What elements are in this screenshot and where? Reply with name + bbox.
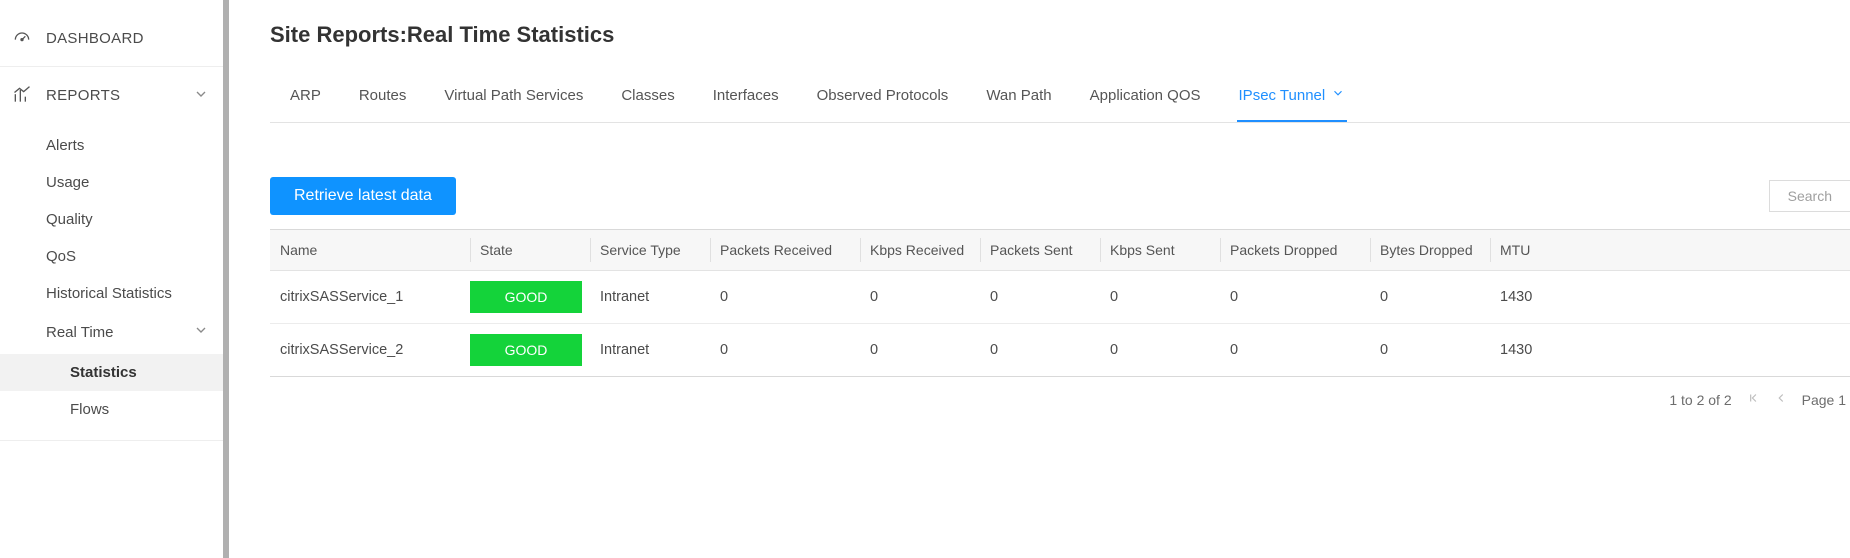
tab-bar: ARP Routes Virtual Path Services Classes… — [270, 66, 1850, 123]
cell-kbps-received: 0 — [860, 279, 980, 315]
search-button[interactable]: Search — [1769, 180, 1850, 212]
cell-service-type: Intranet — [590, 332, 710, 368]
tab-ipsec-tunnel[interactable]: IPsec Tunnel — [1237, 76, 1348, 122]
cell-packets-received: 0 — [710, 332, 860, 368]
page-range: 1 to 2 of 2 — [1669, 392, 1731, 408]
state-badge: GOOD — [470, 334, 582, 366]
cell-mtu: 1430 — [1490, 279, 1580, 315]
cell-bytes-dropped: 0 — [1370, 332, 1490, 368]
table-row[interactable]: citrixSASService_1 GOOD Intranet 0 0 0 0… — [270, 271, 1850, 324]
tab-classes[interactable]: Classes — [619, 77, 676, 122]
tab-ipsec-label: IPsec Tunnel — [1239, 87, 1326, 104]
sidebar-item-usage[interactable]: Usage — [0, 164, 223, 201]
cell-mtu: 1430 — [1490, 332, 1580, 368]
sidebar-item-qos[interactable]: QoS — [0, 238, 223, 275]
chevron-down-icon — [193, 86, 209, 105]
col-mtu[interactable]: MTU — [1490, 230, 1580, 270]
cell-service-type: Intranet — [590, 279, 710, 315]
cell-packets-dropped: 0 — [1220, 279, 1370, 315]
sidebar-item-flows[interactable]: Flows — [0, 391, 223, 428]
realtime-submenu: Statistics Flows — [0, 352, 223, 430]
col-bytes-dropped[interactable]: Bytes Dropped — [1370, 230, 1490, 270]
pagination: 1 to 2 of 2 Page 1 — [270, 377, 1850, 408]
col-packets-sent[interactable]: Packets Sent — [980, 230, 1100, 270]
table-header: Name State Service Type Packets Received… — [270, 230, 1850, 271]
col-packets-received[interactable]: Packets Received — [710, 230, 860, 270]
reports-icon — [12, 85, 32, 105]
cell-packets-dropped: 0 — [1220, 332, 1370, 368]
table-row[interactable]: citrixSASService_2 GOOD Intranet 0 0 0 0… — [270, 324, 1850, 376]
reports-label: REPORTS — [46, 87, 120, 104]
dashboard-label: DASHBOARD — [46, 30, 144, 47]
retrieve-latest-data-button[interactable]: Retrieve latest data — [270, 177, 456, 215]
dashboard-icon — [12, 28, 32, 48]
cell-name: citrixSASService_1 — [270, 279, 470, 315]
cell-state: GOOD — [470, 324, 590, 376]
tab-arp[interactable]: ARP — [288, 77, 323, 122]
cell-packets-sent: 0 — [980, 332, 1100, 368]
reports-submenu: Alerts Usage Quality QoS Historical Stat… — [0, 123, 223, 440]
tab-wan-path[interactable]: Wan Path — [984, 77, 1053, 122]
tab-application-qos[interactable]: Application QOS — [1088, 77, 1203, 122]
col-state[interactable]: State — [470, 230, 590, 270]
toolbar: Retrieve latest data Search — [270, 177, 1850, 215]
sidebar-item-alerts[interactable]: Alerts — [0, 127, 223, 164]
tab-interfaces[interactable]: Interfaces — [711, 77, 781, 122]
state-badge: GOOD — [470, 281, 582, 313]
tab-routes[interactable]: Routes — [357, 77, 409, 122]
sidebar-item-dashboard[interactable]: DASHBOARD — [0, 10, 223, 66]
cell-bytes-dropped: 0 — [1370, 279, 1490, 315]
col-service-type[interactable]: Service Type — [590, 230, 710, 270]
page-prev-button[interactable] — [1774, 391, 1788, 408]
sidebar-item-quality[interactable]: Quality — [0, 201, 223, 238]
sidebar-item-reports[interactable]: REPORTS — [0, 67, 223, 123]
main-content: Site Reports:Real Time Statistics ARP Ro… — [224, 0, 1850, 558]
cell-kbps-sent: 0 — [1100, 279, 1220, 315]
col-kbps-sent[interactable]: Kbps Sent — [1100, 230, 1220, 270]
cell-state: GOOD — [470, 271, 590, 323]
statistics-table: Name State Service Type Packets Received… — [270, 229, 1850, 377]
chevron-down-icon — [1331, 86, 1345, 104]
cell-packets-sent: 0 — [980, 279, 1100, 315]
cell-name: citrixSASService_2 — [270, 332, 470, 368]
tab-virtual-path-services[interactable]: Virtual Path Services — [442, 77, 585, 122]
tab-observed-protocols[interactable]: Observed Protocols — [815, 77, 951, 122]
realtime-label: Real Time — [46, 324, 114, 341]
sidebar-item-historical[interactable]: Historical Statistics — [0, 275, 223, 312]
chevron-down-icon — [193, 322, 209, 342]
sidebar-item-statistics[interactable]: Statistics — [0, 354, 223, 391]
cell-kbps-sent: 0 — [1100, 332, 1220, 368]
sidebar: DASHBOARD REPORTS Alerts Usage Quality Q — [0, 0, 224, 558]
col-name[interactable]: Name — [270, 230, 470, 270]
sidebar-item-realtime[interactable]: Real Time — [0, 312, 223, 352]
col-kbps-received[interactable]: Kbps Received — [860, 230, 980, 270]
page-label: Page 1 — [1802, 392, 1846, 408]
cell-kbps-received: 0 — [860, 332, 980, 368]
page-title: Site Reports:Real Time Statistics — [270, 22, 1850, 48]
cell-packets-received: 0 — [710, 279, 860, 315]
col-packets-dropped[interactable]: Packets Dropped — [1220, 230, 1370, 270]
page-first-button[interactable] — [1746, 391, 1760, 408]
